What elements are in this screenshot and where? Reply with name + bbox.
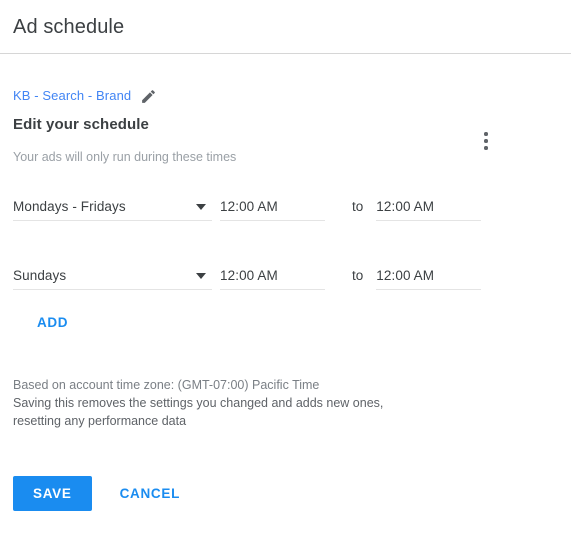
day-range-value: Sundays: [13, 267, 67, 283]
page-title: Ad schedule: [13, 16, 125, 38]
day-range-select-1[interactable]: Sundays: [13, 262, 212, 290]
save-button[interactable]: SAVE: [13, 476, 92, 511]
day-range-value: Mondays - Fridays: [13, 198, 126, 214]
kebab-dot: [484, 132, 488, 136]
kebab-dot: [484, 139, 488, 143]
start-time-input-0[interactable]: 12:00 AM: [220, 193, 325, 221]
campaign-row: KB - Search - Brand: [13, 87, 558, 105]
action-bar: SAVE CANCEL: [13, 476, 558, 511]
kebab-dot: [484, 146, 488, 150]
end-time-value: 12:00 AM: [376, 267, 435, 283]
schedule-row: Sundays 12:00 AM to 12:00 AM: [13, 260, 558, 290]
end-time-input-0[interactable]: 12:00 AM: [376, 193, 482, 221]
add-schedule-button[interactable]: ADD: [37, 315, 68, 330]
save-warning-note: Saving this removes the settings you cha…: [13, 396, 384, 428]
chevron-down-icon: [196, 203, 206, 210]
notes-section: Based on account time zone: (GMT-07:00) …: [13, 376, 558, 430]
end-time-value: 12:00 AM: [376, 198, 435, 214]
campaign-name-link[interactable]: KB - Search - Brand: [13, 87, 131, 105]
header-divider: [0, 53, 571, 54]
timezone-note: Based on account time zone: (GMT-07:00) …: [13, 378, 320, 392]
schedule-row: Mondays - Fridays 12:00 AM to 12:00 AM: [13, 191, 558, 221]
to-label: to: [352, 268, 364, 283]
page-header: Ad schedule: [0, 0, 571, 40]
ad-schedule-panel: KB - Search - Brand Edit your schedule Y…: [0, 87, 571, 511]
kebab-menu-icon[interactable]: [475, 127, 497, 155]
start-time-input-1[interactable]: 12:00 AM: [220, 262, 325, 290]
end-time-input-1[interactable]: 12:00 AM: [376, 262, 482, 290]
start-time-value: 12:00 AM: [220, 267, 278, 283]
pencil-icon[interactable]: [140, 88, 157, 105]
to-label: to: [352, 199, 364, 214]
chevron-down-icon: [196, 272, 206, 279]
start-time-value: 12:00 AM: [220, 198, 278, 214]
cancel-button[interactable]: CANCEL: [114, 476, 186, 511]
day-range-select-0[interactable]: Mondays - Fridays: [13, 193, 212, 221]
